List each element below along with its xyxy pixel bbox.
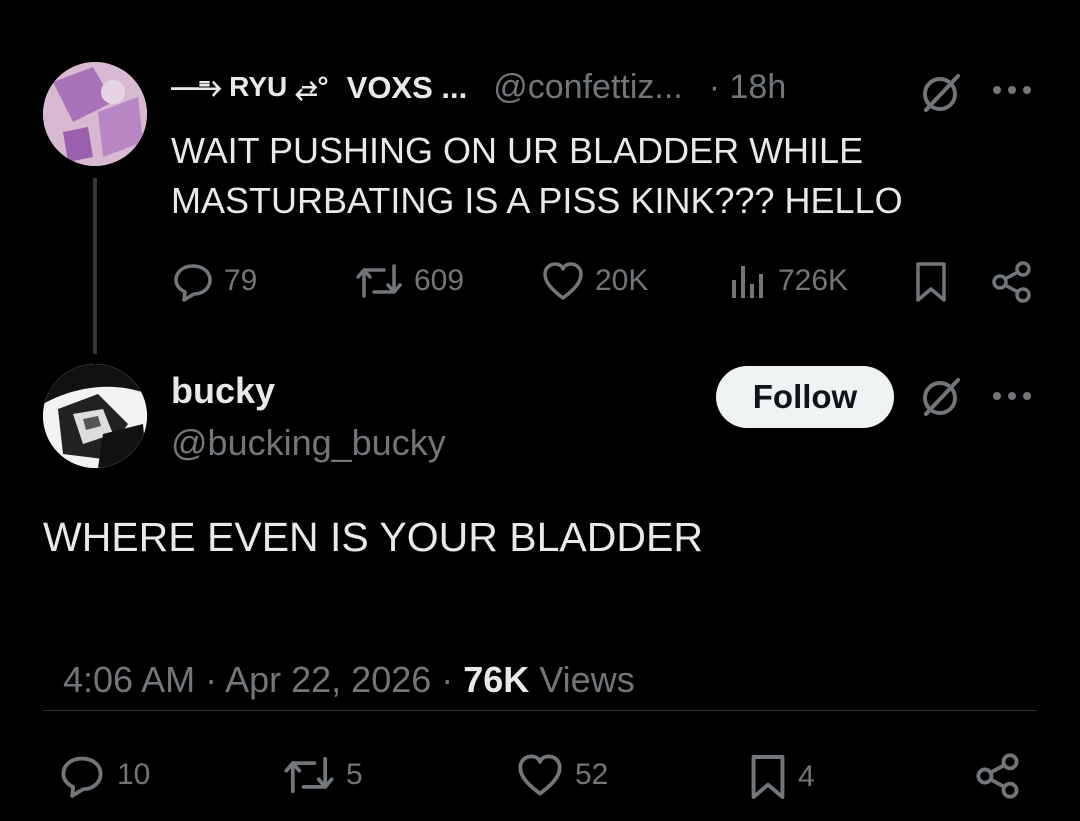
parent-tweet-text: WAIT PUSHING ON UR BLADDER WHILE MASTURB… — [171, 126, 903, 226]
reply-bookmark-count: 4 — [798, 760, 815, 793]
reply-reply-count: 10 — [117, 758, 151, 791]
reply-bookmark-button[interactable]: 4 — [748, 752, 815, 802]
reply-like-count: 52 — [575, 758, 609, 791]
parent-share-icon[interactable] — [990, 260, 1034, 304]
grok-icon[interactable] — [918, 70, 964, 116]
reply-repost-button[interactable]: 5 — [282, 752, 363, 798]
reply-views-count: 76K — [463, 659, 530, 700]
reply-timestamp[interactable]: 4:06 AM · Apr 22, 2026 · — [63, 659, 463, 700]
parent-bookmark-icon[interactable] — [913, 260, 949, 304]
reply-handle[interactable]: @bucking_bucky — [171, 422, 446, 464]
parent-views-button[interactable]: 726K — [728, 260, 848, 302]
parent-repost-button[interactable]: 609 — [354, 260, 464, 302]
parent-handle[interactable]: @confettiz... — [493, 68, 682, 107]
reply-views-label: Views — [529, 659, 635, 700]
parent-text-line2: MASTURBATING IS A PISS KINK??? HELLO — [171, 180, 903, 221]
reply-grok-icon[interactable] — [918, 374, 964, 420]
parent-avatar[interactable] — [43, 62, 147, 166]
views-icon — [728, 260, 768, 302]
reply-repost-count: 5 — [346, 758, 363, 791]
reply-reply-button[interactable]: 10 — [57, 752, 150, 798]
heart-icon — [541, 260, 585, 302]
more-icon[interactable] — [992, 84, 1032, 96]
parent-time[interactable]: · 18h — [709, 68, 787, 107]
reply-like-button[interactable]: 52 — [515, 752, 608, 798]
reply-icon — [57, 752, 107, 798]
divider — [43, 710, 1037, 711]
heart-icon — [515, 752, 565, 798]
parent-text-line1: WAIT PUSHING ON UR BLADDER WHILE — [171, 130, 864, 171]
follow-button[interactable]: Follow — [716, 366, 894, 428]
thread-line — [93, 178, 97, 354]
repost-icon — [282, 752, 336, 798]
parent-like-count: 20K — [595, 264, 649, 297]
reply-meta: 4:06 AM · Apr 22, 2026 · 76K Views — [43, 617, 635, 701]
reply-share-icon[interactable] — [974, 752, 1022, 800]
parent-display-name[interactable]: VOXS ... — [347, 70, 468, 106]
parent-like-button[interactable]: 20K — [541, 260, 648, 302]
reply-tweet-text: WHERE EVEN IS YOUR BLADDER — [43, 514, 703, 560]
bookmark-icon — [748, 752, 788, 802]
reply-avatar[interactable] — [43, 364, 147, 468]
parent-repost-count: 609 — [414, 264, 465, 297]
reply-display-name[interactable]: bucky — [171, 370, 275, 412]
reply-more-icon[interactable] — [992, 390, 1032, 402]
parent-reply-count: 79 — [224, 264, 258, 297]
parent-header: —⥱ RYU ⥄° VOXS ... @confettiz... · 18h — [171, 68, 786, 107]
parent-reply-button[interactable]: 79 — [172, 260, 257, 302]
parent-views-count: 726K — [778, 264, 849, 297]
reply-icon — [172, 260, 214, 302]
repost-icon — [354, 260, 404, 302]
parent-display-name-prefix[interactable]: —⥱ RYU ⥄° — [171, 71, 329, 104]
